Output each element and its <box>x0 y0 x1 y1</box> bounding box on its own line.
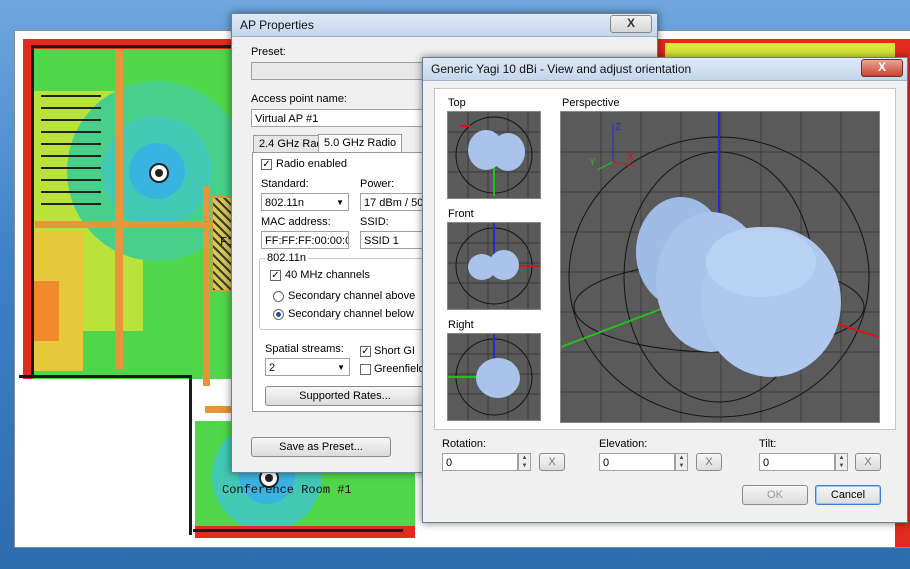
standard-value: 802.11n <box>265 197 304 209</box>
access-point-icon[interactable] <box>149 163 169 183</box>
view-right[interactable] <box>447 333 541 421</box>
axis-label-x: X <box>627 152 634 163</box>
view-perspective[interactable]: Z Y X <box>560 111 880 423</box>
chevron-down-icon: ▼ <box>337 363 345 372</box>
tilt-label: Tilt: <box>759 438 777 450</box>
close-button[interactable]: X <box>861 59 903 77</box>
ssid-label: SSID: <box>360 216 389 228</box>
window-title: Generic Yagi 10 dBi - View and adjust or… <box>431 62 692 76</box>
save-as-preset-button[interactable]: Save as Preset... <box>251 437 391 457</box>
rotation-spinner[interactable]: ▲ ▼ <box>518 453 531 471</box>
secondary-below-radio[interactable] <box>273 309 284 320</box>
axis-label-z: Z <box>615 122 621 133</box>
power-select[interactable]: 17 dBm / 50 m <box>360 193 430 211</box>
room-label: Conference Room #1 <box>222 483 352 497</box>
spatial-streams-label: Spatial streams: <box>265 343 344 355</box>
spatial-streams-value: 2 <box>269 362 276 374</box>
axis-label-y: Y <box>589 157 596 168</box>
mac-label: MAC address: <box>261 216 331 228</box>
wall <box>189 375 192 535</box>
wall <box>31 45 231 48</box>
staircase <box>41 95 101 205</box>
greenfield-label: Greenfield <box>374 363 425 375</box>
mhz40-checkbox[interactable]: ✓ <box>270 270 281 281</box>
tilt-input[interactable]: 0 <box>759 453 835 471</box>
elevation-reset-button[interactable]: X <box>696 453 722 471</box>
mac-input[interactable]: FF:FF:FF:00:00:09 <box>261 231 349 249</box>
view-front-label: Front <box>448 208 474 220</box>
view-perspective-label: Perspective <box>562 97 620 109</box>
window-title: AP Properties <box>240 18 314 32</box>
preset-dropdown[interactable] <box>251 62 426 80</box>
view-top-label: Top <box>448 97 466 109</box>
close-button[interactable]: X <box>610 15 652 33</box>
standard-label: Standard: <box>261 178 309 190</box>
short-gi-checkbox[interactable]: ✓ <box>360 346 371 357</box>
rotation-label: Rotation: <box>442 438 487 450</box>
title-bar[interactable]: AP Properties X <box>232 14 657 37</box>
view-right-label: Right <box>448 319 474 331</box>
ssid-input[interactable]: SSID 1 <box>360 231 430 249</box>
orientation-window: Generic Yagi 10 dBi - View and adjust or… <box>422 57 908 523</box>
view-top[interactable] <box>447 111 541 199</box>
secondary-above-radio[interactable] <box>273 291 284 302</box>
radio-enabled-label: Radio enabled <box>276 158 347 170</box>
secondary-below-label: Secondary channel below <box>288 308 414 320</box>
power-label: Power: <box>360 178 395 190</box>
elevation-input[interactable]: 0 <box>599 453 675 471</box>
short-gi-label: Short GI <box>374 345 415 357</box>
interior-wall <box>115 49 123 369</box>
ok-button[interactable]: OK <box>742 485 808 505</box>
elevation-spinner[interactable]: ▲ ▼ <box>675 453 688 471</box>
spatial-streams-select[interactable]: 2 ▼ <box>265 358 350 376</box>
standard-select[interactable]: 802.11n ▼ <box>261 193 349 211</box>
radio-enabled-checkbox[interactable]: ✓ <box>261 159 272 170</box>
elevation-label: Elevation: <box>599 438 648 450</box>
interior-wall <box>203 186 210 386</box>
wall <box>31 45 34 375</box>
cancel-button[interactable]: Cancel <box>815 485 881 505</box>
preset-label: Preset: <box>251 46 286 58</box>
tilt-spinner[interactable]: ▲ ▼ <box>835 453 848 471</box>
wall <box>193 529 403 532</box>
view-front[interactable] <box>447 222 541 310</box>
mhz40-label: 40 MHz channels <box>285 269 370 281</box>
rotation-reset-button[interactable]: X <box>539 453 565 471</box>
title-bar[interactable]: Generic Yagi 10 dBi - View and adjust or… <box>423 58 907 81</box>
group-label-80211n: 802.11n <box>265 252 308 264</box>
supported-rates-button[interactable]: Supported Rates... <box>265 386 425 406</box>
ap-name-label: Access point name: <box>251 93 347 105</box>
wall <box>19 375 189 378</box>
tab-5-0ghz[interactable]: 5.0 GHz Radio <box>318 134 403 152</box>
chevron-down-icon: ▼ <box>336 198 344 207</box>
tilt-reset-button[interactable]: X <box>855 453 881 471</box>
greenfield-checkbox[interactable] <box>360 364 371 375</box>
rotation-input[interactable]: 0 <box>442 453 518 471</box>
ap-name-input[interactable]: Virtual AP #1 <box>251 109 426 127</box>
secondary-above-label: Secondary channel above <box>288 290 416 302</box>
